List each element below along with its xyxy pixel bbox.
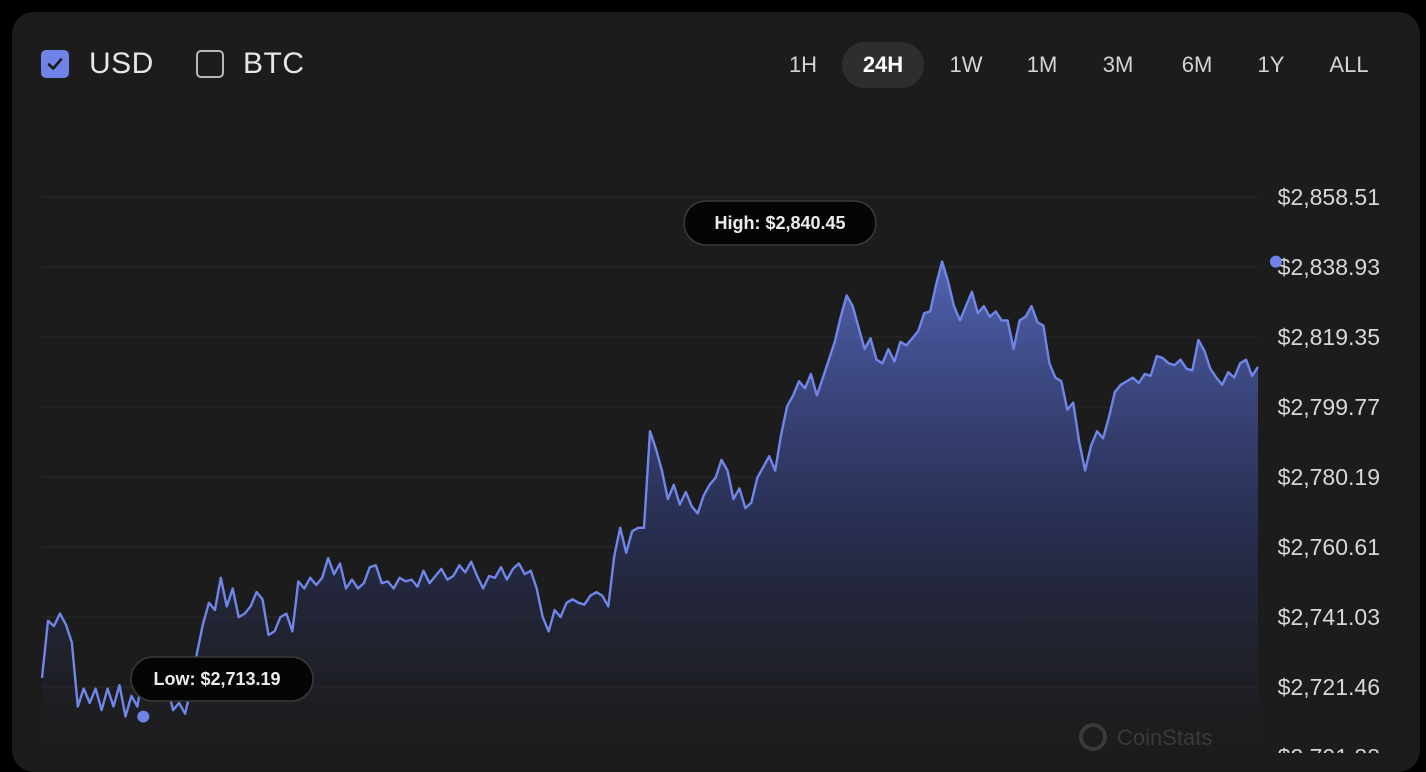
- high-point[interactable]: [1269, 255, 1282, 268]
- price-chart: $2,858.51 $2,838.93 $2,819.35 $2,799.77 $2,7…: [40, 184, 1380, 753]
- high-marker[interactable]: High: $2,840.45: [683, 200, 1282, 268]
- y-tick-label: $2,760.61: [1278, 534, 1380, 560]
- low-tooltip-label: Low: $2,713.19: [153, 669, 280, 689]
- y-tick-label: $2,721.46: [1278, 674, 1380, 700]
- y-tick-label: $2,741.03: [1278, 604, 1380, 630]
- high-tooltip-label: High: $2,840.45: [714, 213, 845, 233]
- y-tick-label: $2,858.51: [1278, 184, 1380, 210]
- watermark-text: CoinStats: [1117, 725, 1212, 750]
- y-tick-label: $2,780.19: [1278, 464, 1380, 490]
- y-tick-label: $2,838.93: [1278, 254, 1380, 280]
- y-tick-label: $2,819.35: [1278, 324, 1380, 350]
- low-point[interactable]: [137, 710, 150, 723]
- y-axis-labels: $2,858.51 $2,838.93 $2,819.35 $2,799.77 $2,7…: [1278, 184, 1380, 753]
- y-tick-label: $2,701.88: [1278, 744, 1380, 753]
- y-tick-label: $2,799.77: [1278, 394, 1380, 420]
